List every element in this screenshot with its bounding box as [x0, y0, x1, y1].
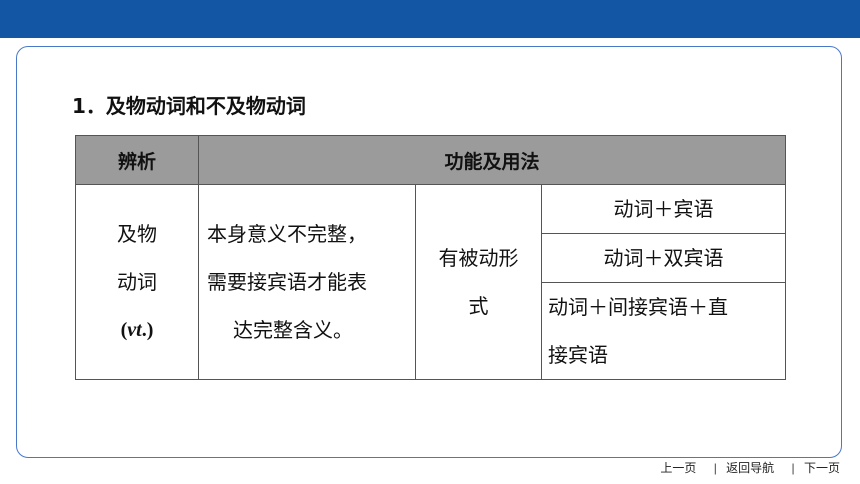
- description-line: 本身意义不完整，: [207, 222, 367, 246]
- header-cell-function: 功能及用法: [197, 135, 787, 185]
- pattern-cell: 动词＋双宾语: [540, 233, 787, 283]
- pattern-cell: 动词＋宾语: [540, 184, 787, 234]
- description-line: 需要接宾语才能表: [207, 270, 367, 294]
- comparison-table: 辨析 功能及用法 及物 动词 (vt.) 本身意义不完整， 需要接宾语才能表 达…: [75, 135, 787, 380]
- description-cell: 本身意义不完整， 需要接宾语才能表 达完整含义。: [198, 184, 416, 380]
- passive-line: 有被动形: [438, 246, 519, 270]
- passive-cell: 有被动形 式: [415, 184, 542, 380]
- term-line: 及物: [117, 222, 157, 246]
- term-cell: 及物 动词 (vt.): [75, 184, 199, 380]
- passive-line: 式: [468, 294, 489, 318]
- description-line: 达完整含义。: [233, 318, 353, 342]
- back-to-nav-link[interactable]: 返回导航: [726, 461, 774, 475]
- top-banner: [0, 0, 860, 38]
- term-line: 动词: [117, 270, 157, 294]
- next-page-link[interactable]: 下一页: [804, 461, 840, 475]
- section-heading: 1．及物动词和不及物动词: [72, 94, 306, 118]
- pattern-line: 动词＋间接宾语＋直: [548, 295, 728, 319]
- term-abbreviation: (vt.): [120, 319, 154, 341]
- table-row: 及物 动词 (vt.) 本身意义不完整， 需要接宾语才能表 达完整含义。 有被动…: [75, 184, 787, 380]
- pattern-line: 接宾语: [548, 343, 608, 367]
- nav-separator: |: [713, 461, 717, 475]
- nav-separator: |: [791, 461, 795, 475]
- slide-navigation: 上一页 | 返回导航 | 下一页: [654, 459, 840, 476]
- pattern-cell: 动词＋间接宾语＋直 接宾语: [540, 282, 787, 380]
- prev-page-link[interactable]: 上一页: [660, 461, 696, 475]
- header-cell-analysis: 辨析: [75, 135, 199, 185]
- table-header-row: 辨析 功能及用法: [75, 135, 787, 185]
